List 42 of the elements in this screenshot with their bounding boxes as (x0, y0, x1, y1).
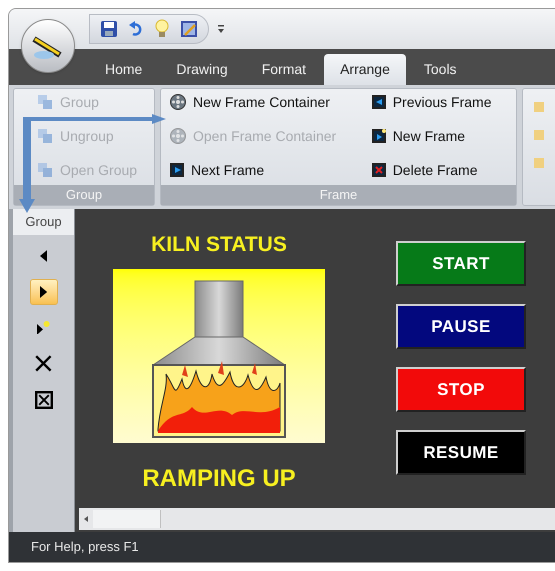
boxed-x-icon (34, 390, 52, 408)
kiln-title: KILN STATUS (151, 232, 287, 258)
kiln-status-text: RAMPING UP (142, 464, 296, 494)
ribbon-group-label: Frame (320, 187, 358, 203)
ribbon-tab[interactable]: Tools (408, 54, 473, 85)
frame-next-button[interactable] (30, 278, 58, 304)
customize-dropdown-icon[interactable] (217, 24, 225, 34)
film-frame-icon (370, 128, 387, 144)
film-reel-icon (169, 93, 187, 111)
undo-icon[interactable] (128, 21, 144, 37)
film-reel-icon (169, 127, 187, 145)
ribbon-tab[interactable]: Arrange (324, 54, 406, 85)
ribbon-command[interactable]: New Frame (370, 125, 466, 147)
ribbon-command[interactable]: Next Frame (169, 159, 264, 181)
control-button[interactable]: STOP (396, 367, 526, 412)
triangle-star-icon (37, 320, 50, 334)
ribbon-group-label: Group (66, 187, 102, 203)
left-triangle-icon (40, 250, 48, 262)
right-triangle-icon (40, 286, 48, 298)
save-icon[interactable] (100, 20, 118, 38)
ribbon-command[interactable]: Previous Frame (370, 91, 492, 113)
film-frame-icon (370, 94, 387, 110)
ribbon-command[interactable]: New Frame Container (169, 91, 330, 113)
toolbar-title: Group (13, 209, 74, 234)
ribbon-tab[interactable]: Home (89, 54, 158, 85)
control-button[interactable]: RESUME (396, 430, 526, 475)
picture-edit-icon[interactable] (180, 20, 198, 38)
scrollbar-thumb[interactable] (93, 510, 161, 528)
film-frame-icon (169, 162, 185, 178)
control-button[interactable]: START (396, 241, 526, 286)
light-bulb-icon[interactable] (154, 19, 170, 39)
film-frame-icon (370, 162, 387, 178)
ribbon-tab[interactable]: Drawing (160, 54, 244, 85)
shapes-icon (36, 161, 54, 179)
shapes-icon (36, 93, 54, 111)
ribbon-command[interactable]: Delete Frame (370, 159, 478, 181)
ribbon-tab[interactable]: Format (246, 54, 322, 85)
x-icon (35, 355, 52, 372)
status-bar-text: For Help, press F1 (31, 538, 139, 556)
control-button[interactable]: PAUSE (396, 304, 526, 349)
horizontal-scrollbar[interactable] (79, 508, 555, 530)
shapes-icon (36, 127, 54, 145)
